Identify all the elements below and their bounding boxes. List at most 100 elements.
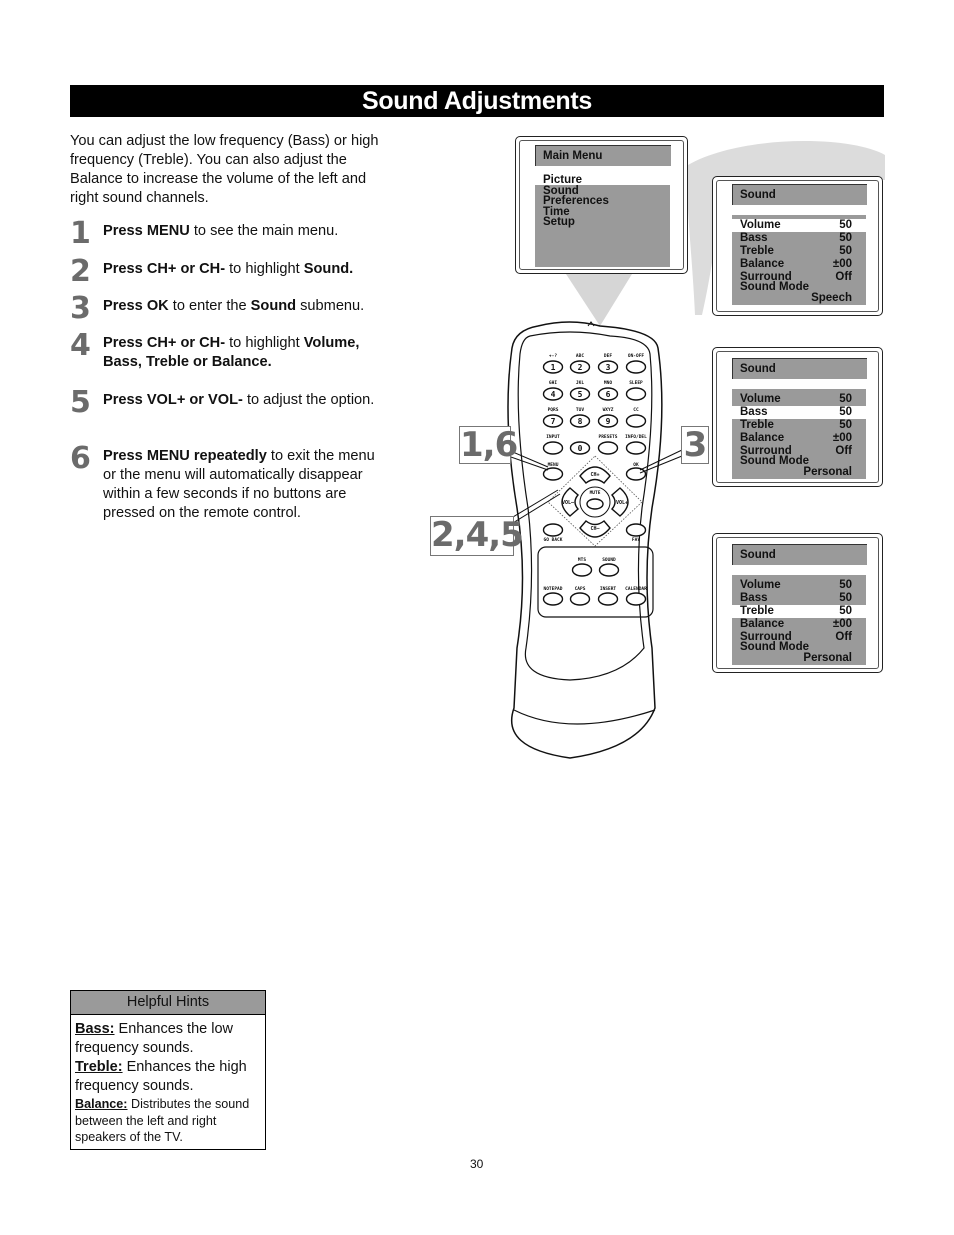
- option-label: Volume: [740, 219, 781, 231]
- button-caption: NOTEPAD: [544, 586, 563, 592]
- sound-option-bass[interactable]: Bass 50: [732, 232, 866, 245]
- sound-mode-value[interactable]: Speech: [811, 292, 852, 304]
- option-value: Off: [835, 631, 852, 643]
- step-number: 3: [70, 291, 91, 326]
- main-menu-list: Picture Sound Preferences Time Setup: [535, 174, 670, 267]
- remote-button-on-off[interactable]: [625, 360, 647, 374]
- button-caption: +-?: [549, 353, 557, 359]
- step-number: 6: [70, 441, 91, 476]
- step-number: 1: [70, 216, 91, 251]
- sound-option-treble[interactable]: Treble 50: [732, 419, 866, 432]
- option-label: Treble: [740, 604, 774, 617]
- button-caption: ON-OFF: [628, 353, 645, 359]
- sound-option-volume[interactable]: Volume 50: [732, 393, 866, 406]
- main-menu-screen: Main Menu Picture Sound Preferences Time Set…: [515, 136, 688, 274]
- button-caption: DEF: [604, 353, 612, 359]
- button-caption: INSERT: [600, 586, 617, 592]
- button-number: 2: [578, 363, 583, 372]
- option-value: 50: [839, 219, 852, 231]
- button-caption: CALENDAR: [625, 586, 647, 592]
- page-title: Sound Adjustments: [70, 85, 884, 117]
- sound-option-bass[interactable]: Bass 50: [732, 405, 866, 419]
- sound-menu-title: Sound: [732, 358, 867, 379]
- option-value: 50: [839, 393, 852, 405]
- sound-mode-label: Sound Mode: [740, 281, 809, 293]
- hint-bass: Bass: Enhances the low frequency sounds.: [75, 1021, 233, 1056]
- step-text: Press CH+ or CH- to highlight Sound.: [103, 261, 354, 277]
- button-caption: CAPS: [575, 586, 586, 592]
- sound-option-balance[interactable]: Balance ±00: [732, 258, 866, 271]
- sound-option-treble[interactable]: Treble 50: [732, 245, 866, 258]
- sound-menu-list: Volume 50 Bass 50 Treble 50 Balance ±00 Surround…: [732, 389, 866, 479]
- option-label: Treble: [740, 418, 774, 431]
- sound-mode-label: Sound Mode: [740, 641, 809, 653]
- remote-button-sleep[interactable]: [625, 387, 647, 401]
- sound-mode-value[interactable]: Personal: [803, 652, 852, 664]
- button-number: 3: [606, 363, 611, 372]
- callout-steps-2-4-5: 2,4,5: [430, 515, 524, 556]
- sound-menu-title: Sound: [732, 544, 867, 565]
- sound-option-balance[interactable]: Balance ±00: [732, 432, 866, 445]
- sound-button[interactable]: [598, 563, 620, 577]
- option-value: ±00: [832, 617, 852, 630]
- option-value: 50: [839, 579, 852, 591]
- sound-menu-screen-1: Sound Volume 50 Bass 50 Treble 50 Balance ±00 Sur…: [712, 176, 883, 316]
- sound-mode-value[interactable]: Personal: [803, 466, 852, 478]
- step-number: 5: [70, 385, 91, 420]
- page-number: 30: [470, 1157, 484, 1171]
- sound-option-balance[interactable]: Balance ±00: [732, 618, 866, 631]
- callout-step-3: 3: [681, 426, 709, 464]
- sound-menu-screen-2: Sound Volume 50 Bass 50 Treble 50 Balance ±00 Sur…: [712, 347, 883, 487]
- step-text: Press MENU repeatedly to exit the menu o…: [103, 448, 375, 521]
- option-label: Bass: [740, 231, 768, 244]
- caps-button[interactable]: [569, 592, 591, 606]
- option-value: 50: [839, 418, 852, 431]
- helpful-hints-body: Bass: Enhances the low frequency sounds.…: [71, 1015, 265, 1151]
- button-caption: TUV: [576, 407, 584, 413]
- button-number: 5: [578, 390, 583, 399]
- option-label: Bass: [740, 405, 768, 418]
- sound-menu-screen-3: Sound Volume 50 Bass 50 Treble 50 Balance ±00 Sur…: [712, 533, 883, 673]
- sound-option-treble[interactable]: Treble 50: [732, 604, 866, 618]
- option-label: Treble: [740, 244, 774, 257]
- calendar-button[interactable]: [625, 592, 647, 606]
- sound-menu-list: Volume 50 Bass 50 Treble 50 Balance ±00 Surround…: [732, 215, 866, 305]
- option-label: Balance: [740, 617, 785, 630]
- helpful-hints-title: Helpful Hints: [71, 991, 265, 1015]
- sound-option-volume[interactable]: Volume 50: [732, 219, 866, 232]
- button-caption: SLEEP: [629, 380, 643, 386]
- option-value: Off: [835, 445, 852, 457]
- button-number: 1: [551, 363, 556, 372]
- option-value: 50: [839, 231, 852, 244]
- sound-menu-list: Volume 50 Bass 50 Treble 50 Balance ±00 Surround…: [732, 575, 866, 665]
- button-caption: GHI: [549, 380, 557, 386]
- button-caption: WXYZ: [603, 407, 614, 413]
- option-value: 50: [839, 244, 852, 257]
- button-caption: CC: [633, 407, 639, 413]
- button-caption: MNO: [604, 380, 612, 386]
- hint-treble: Treble: Enhances the high frequency soun…: [75, 1059, 247, 1094]
- main-menu-item-setup[interactable]: Setup: [543, 216, 575, 228]
- step-text: Press MENU to see the main menu.: [103, 223, 339, 239]
- option-label: Balance: [740, 431, 785, 444]
- notepad-button[interactable]: [542, 592, 564, 606]
- callout-steps-1-6: 1,6: [459, 425, 518, 465]
- option-value: Off: [835, 271, 852, 283]
- insert-button[interactable]: [597, 592, 619, 606]
- step-number: 4: [70, 328, 91, 363]
- option-label: Volume: [740, 393, 781, 405]
- button-caption: JKL: [576, 380, 584, 386]
- sound-menu-title: Sound: [732, 184, 867, 205]
- option-value: ±00: [832, 431, 852, 444]
- sound-option-volume[interactable]: Volume 50: [732, 579, 866, 592]
- option-value: ±00: [832, 257, 852, 270]
- button-number: 6: [606, 390, 611, 399]
- step-text: Press CH+ or CH- to highlight Volume, Ba…: [103, 335, 360, 370]
- button-number: 4: [551, 390, 556, 399]
- step-text: Press VOL+ or VOL- to adjust the option.: [103, 392, 375, 408]
- button-caption: ABC: [576, 353, 584, 359]
- option-label: Volume: [740, 579, 781, 591]
- helpful-hints-box: Helpful Hints Bass: Enhances the low fre…: [70, 990, 266, 1150]
- mts-button[interactable]: [571, 563, 593, 577]
- sound-option-bass[interactable]: Bass 50: [732, 592, 866, 605]
